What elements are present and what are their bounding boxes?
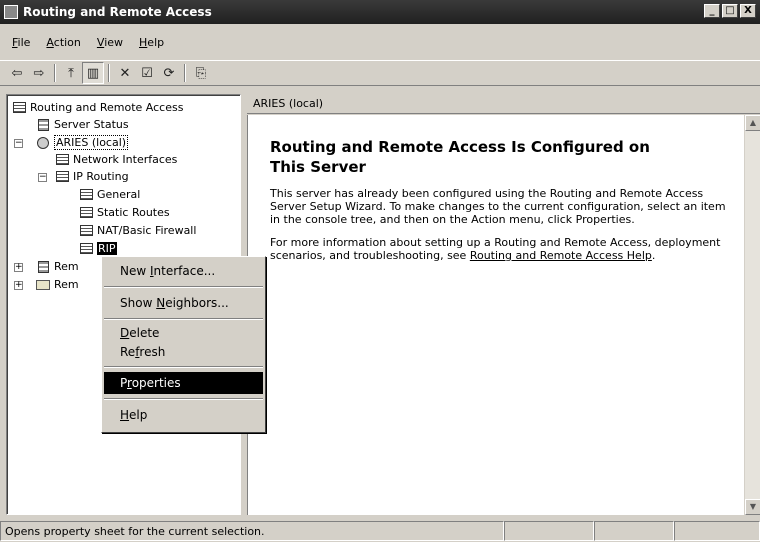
help-link[interactable]: Routing and Remote Access Help: [470, 249, 652, 262]
more-info-paragraph: For more information about setting up a …: [270, 236, 721, 262]
scroll-up-icon[interactable]: ▲: [745, 115, 760, 131]
menu-item-delete[interactable]: Delete: [104, 324, 263, 343]
status-text: Opens property sheet for the current sel…: [0, 521, 504, 541]
context-menu: New Interface... Show Neighbors... Delet…: [101, 256, 266, 433]
description-paragraph: This server has already been configured …: [270, 187, 726, 226]
window-title: Routing and Remote Access: [23, 5, 212, 19]
expand-icon[interactable]: +: [14, 281, 23, 290]
tree-item-label: Rem: [54, 260, 79, 273]
status-panel: [504, 521, 594, 541]
toolbar-separator: [54, 64, 56, 82]
tree-item-static-routes[interactable]: Static Routes: [78, 204, 170, 221]
tree-item-label: Static Routes: [97, 206, 170, 219]
tree-item-label: RIP: [97, 242, 117, 255]
details-content: Routing and Remote Access Is Configured …: [247, 115, 744, 515]
routing-icon: [78, 205, 94, 221]
page-title: Routing and Remote Access Is Configured …: [270, 138, 650, 176]
refresh-icon[interactable]: ⟳: [158, 62, 180, 84]
menu-item-help[interactable]: Help: [104, 404, 263, 426]
server-icon: [11, 100, 27, 116]
tree-item-label: Routing and Remote Access: [30, 101, 184, 114]
tree-item-network-interfaces[interactable]: Network Interfaces: [54, 151, 177, 168]
collapse-icon[interactable]: −: [14, 139, 23, 148]
routing-icon: [78, 241, 94, 257]
tree-item-remote-access-logging[interactable]: Rem: [35, 276, 79, 293]
tree-item-label: NAT/Basic Firewall: [97, 224, 197, 237]
window-controls: _ □ X: [704, 4, 756, 18]
back-icon[interactable]: ⇦: [6, 62, 28, 84]
tree-item-label: Server Status: [54, 118, 129, 131]
maximize-button[interactable]: □: [722, 4, 738, 18]
status-panel: [674, 521, 760, 541]
tree-item-root[interactable]: Routing and Remote Access: [11, 99, 183, 116]
tree-item-server-status[interactable]: Server Status: [35, 116, 129, 133]
tree-item-server[interactable]: ARIES (local): [35, 134, 129, 151]
export-list-icon[interactable]: ⎘: [190, 62, 212, 84]
details-pane: ARIES (local) Routing and Remote Access …: [247, 94, 760, 515]
policy-icon: [35, 259, 51, 275]
up-level-icon[interactable]: ⤒: [60, 62, 82, 84]
toolbar-separator: [184, 64, 186, 82]
app-icon: [4, 5, 18, 19]
tree-item-label: General: [97, 188, 141, 201]
menu-item-new-interface[interactable]: New Interface...: [104, 260, 263, 282]
folder-icon: [35, 277, 51, 293]
menu-separator: [104, 286, 263, 288]
close-button[interactable]: X: [740, 4, 756, 18]
menu-item-properties[interactable]: Properties: [104, 372, 263, 394]
network-icon: [54, 152, 70, 168]
details-header: ARIES (local): [247, 94, 760, 114]
tree-item-label: IP Routing: [73, 170, 129, 183]
tree-item-ip-routing[interactable]: IP Routing: [54, 168, 129, 185]
tree-item-label: ARIES (local): [54, 135, 129, 150]
menu-item-refresh[interactable]: Refresh: [104, 343, 263, 362]
show-hide-tree-icon[interactable]: ▥: [82, 62, 104, 84]
tree-item-remote-access-policies[interactable]: Rem: [35, 258, 79, 275]
tree-item-general[interactable]: General: [78, 186, 140, 203]
forward-icon[interactable]: ⇨: [28, 62, 50, 84]
tree-item-rip[interactable]: RIP: [78, 240, 117, 257]
menu-separator: [104, 366, 263, 368]
tree-item-label: Network Interfaces: [73, 153, 178, 166]
expand-icon[interactable]: +: [14, 263, 23, 272]
menu-item-show-neighbors[interactable]: Show Neighbors...: [104, 292, 263, 314]
status-panel: [594, 521, 674, 541]
routing-icon: [78, 223, 94, 239]
status-icon: [35, 117, 51, 133]
toolbar-separator: [108, 64, 110, 82]
title-bar: Routing and Remote Access _ □ X: [0, 0, 760, 24]
scroll-down-icon[interactable]: ▼: [745, 499, 760, 515]
collapse-icon[interactable]: −: [38, 173, 47, 182]
delete-icon[interactable]: ✕: [114, 62, 136, 84]
menu-separator: [104, 318, 263, 320]
toolbar: ⇦ ⇨ ⤒ ▥ ✕ ☑ ⟳ ⎘: [0, 60, 760, 86]
menu-separator: [104, 398, 263, 400]
menu-view[interactable]: View: [89, 36, 131, 49]
routing-icon: [78, 187, 94, 203]
minimize-button[interactable]: _: [704, 4, 720, 18]
menu-bar: File Action View Help: [0, 32, 760, 52]
tree-item-label: Rem: [54, 278, 79, 291]
status-bar: Opens property sheet for the current sel…: [0, 520, 760, 542]
menu-file[interactable]: File: [4, 36, 38, 49]
server-icon: [35, 135, 51, 151]
menu-help[interactable]: Help: [131, 36, 172, 49]
menu-action[interactable]: Action: [38, 36, 88, 49]
vertical-scrollbar[interactable]: ▲ ▼: [744, 115, 760, 515]
tree-item-nat-basic-firewall[interactable]: NAT/Basic Firewall: [78, 222, 196, 239]
routing-icon: [54, 169, 70, 185]
properties-icon[interactable]: ☑: [136, 62, 158, 84]
